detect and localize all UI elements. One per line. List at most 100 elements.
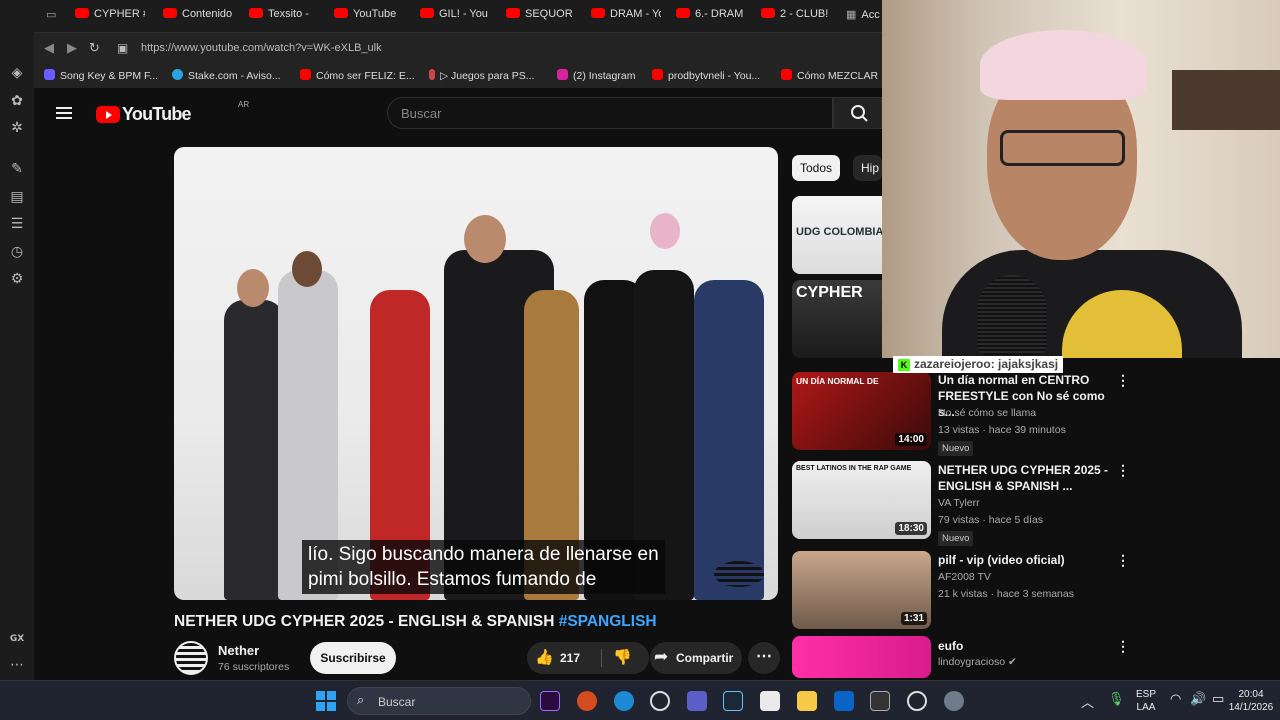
new-badge: Nuevo bbox=[938, 531, 974, 546]
subscribe-button[interactable]: Suscribirse bbox=[310, 642, 396, 674]
bookmark-instagram[interactable]: (2) Instagram bbox=[557, 69, 635, 82]
related-thumbnail[interactable]: BEST LATINOS IN THE RAP GAME 18:30 bbox=[792, 461, 931, 539]
youtube-favicon-icon bbox=[676, 8, 690, 18]
bookmark-juegos[interactable]: ▷ Juegos para PS... bbox=[429, 69, 534, 82]
related-thumbnail[interactable] bbox=[792, 636, 931, 678]
bookmark-mezclar[interactable]: Cómo MEZCLAR bbox=[781, 69, 878, 82]
telegram-icon bbox=[172, 69, 183, 80]
clock-icon[interactable]: ◷ bbox=[8, 243, 26, 261]
tab-club[interactable]: 2 - CLUB! bbox=[761, 8, 831, 24]
tab-sequor[interactable]: SEQUOR & bbox=[506, 8, 576, 24]
grid-icon: ▦ bbox=[846, 9, 857, 21]
chip-hip[interactable]: Hip bbox=[853, 155, 882, 181]
mods-icon[interactable]: ✲ bbox=[8, 119, 26, 137]
note-icon bbox=[44, 69, 55, 80]
wifi-icon[interactable]: ◠ bbox=[1170, 692, 1181, 707]
url-field[interactable]: https://www.youtube.com/watch?v=WK-eXLB_… bbox=[141, 42, 382, 54]
gx-control-icon[interactable]: ◈ bbox=[8, 64, 26, 82]
history-icon[interactable]: ☰ bbox=[8, 215, 26, 233]
related-title[interactable]: pilf - vip (video oficial) bbox=[938, 552, 1110, 568]
bookmark-prodbytvneli[interactable]: prodbytvneli - You... bbox=[652, 69, 760, 82]
taskbar-search[interactable]: ⌕ Buscar bbox=[347, 687, 531, 715]
kebab-menu-icon[interactable]: ⋮ bbox=[1116, 462, 1130, 479]
menu-icon[interactable] bbox=[56, 107, 72, 119]
extensions-icon[interactable]: ✎ bbox=[8, 160, 26, 178]
share-button[interactable]: ➦ Compartir bbox=[650, 642, 742, 674]
battery-icon[interactable]: ▭ bbox=[1212, 692, 1224, 707]
more-actions-button[interactable]: ⋯ bbox=[748, 642, 780, 674]
channel-avatar[interactable] bbox=[174, 641, 208, 675]
related-title[interactable]: eufo bbox=[938, 638, 1110, 654]
edge-icon[interactable] bbox=[614, 691, 634, 711]
search-button[interactable] bbox=[833, 97, 882, 129]
kebab-menu-icon[interactable]: ⋮ bbox=[1116, 638, 1130, 655]
forward-icon[interactable]: ▶ bbox=[67, 41, 77, 56]
tab-texsito[interactable]: Texsito - bbox=[249, 8, 319, 24]
microphone bbox=[977, 275, 1047, 355]
like-icon[interactable]: 👍 bbox=[535, 648, 554, 666]
chip-todos[interactable]: Todos bbox=[792, 155, 841, 181]
browser-sidebar: ◯ ◈ ✿ ✲ ✎ ▤ ☰ ◷ ⚙ GX ⋯ bbox=[0, 0, 34, 680]
tab-cypher[interactable]: CYPHER # bbox=[75, 8, 145, 24]
related-channel[interactable]: No sé cómo se llama bbox=[938, 407, 1036, 419]
chevron-up-icon[interactable]: ︿ bbox=[1081, 692, 1094, 711]
obs-icon[interactable] bbox=[907, 691, 927, 711]
youtube-header: YouTube AR Buscar bbox=[34, 88, 882, 140]
back-icon[interactable]: ◀ bbox=[44, 41, 54, 56]
related-title[interactable]: NETHER UDG CYPHER 2025 - ENGLISH & SPANI… bbox=[938, 462, 1110, 494]
notes-icon[interactable] bbox=[687, 691, 707, 711]
microphone-icon[interactable]: 🎙 bbox=[1108, 692, 1125, 707]
cleaner-icon[interactable]: ✿ bbox=[8, 92, 26, 110]
kebab-menu-icon[interactable]: ⋮ bbox=[1116, 372, 1130, 389]
video-figure bbox=[694, 280, 764, 600]
bookmark-song-key[interactable]: Song Key & BPM F... bbox=[44, 69, 158, 82]
kebab-menu-icon[interactable]: ⋮ bbox=[1116, 552, 1130, 569]
fl-studio-icon[interactable] bbox=[577, 691, 597, 711]
youtube-favicon-icon bbox=[300, 69, 311, 80]
video-player[interactable]: lío. Sigo buscando manera de llenarse en… bbox=[174, 147, 778, 600]
channel-watermark-icon[interactable] bbox=[714, 561, 764, 587]
file-explorer-icon[interactable] bbox=[797, 691, 817, 711]
video-figure bbox=[224, 300, 284, 600]
tab-manager-icon[interactable]: ▭ bbox=[46, 8, 60, 24]
bookmarks-icon[interactable]: ▤ bbox=[8, 188, 26, 206]
related-thumbnail[interactable]: UN DÍA NORMAL DE 14:00 bbox=[792, 372, 931, 450]
youtube-favicon-icon bbox=[420, 8, 434, 18]
related-thumbnail[interactable]: 1:31 bbox=[792, 551, 931, 629]
share-icon: ➦ bbox=[654, 647, 669, 667]
like-dislike-group: 👍 217 👎 bbox=[527, 642, 649, 674]
tab-6-dram[interactable]: 6.- DRAM bbox=[676, 8, 746, 24]
clock[interactable]: 20:04 14/1/2026 bbox=[1228, 688, 1274, 714]
tab-dram[interactable]: DRAM - Yo bbox=[591, 8, 661, 24]
volume-icon[interactable]: 🔊 bbox=[1190, 692, 1206, 707]
bookmark-feliz[interactable]: Cómo ser FELIZ: E... bbox=[300, 69, 415, 82]
tab-acc[interactable]: ▦ Acc bbox=[846, 8, 882, 24]
channel-name[interactable]: Nether bbox=[218, 643, 259, 658]
related-channel[interactable]: lindoygracioso ✔ bbox=[938, 656, 1017, 668]
reload-icon[interactable]: ↻ bbox=[89, 41, 100, 56]
more-icon[interactable]: ⋯ bbox=[8, 656, 26, 674]
premiere-icon[interactable] bbox=[540, 691, 560, 711]
hashtag-link[interactable]: #SPANGLISH bbox=[559, 613, 657, 630]
opera-gx-icon[interactable] bbox=[650, 691, 670, 711]
tab-contenido[interactable]: Contenido bbox=[163, 8, 235, 24]
outlook-icon[interactable] bbox=[834, 691, 854, 711]
dislike-icon[interactable]: 👎 bbox=[613, 648, 632, 666]
tab-youtube[interactable]: YouTube bbox=[334, 8, 406, 24]
related-channel[interactable]: AF2008 TV bbox=[938, 571, 991, 583]
bookmark-stake[interactable]: Stake.com - Aviso... bbox=[172, 69, 281, 82]
like-count[interactable]: 217 bbox=[560, 651, 580, 665]
call-of-duty-icon[interactable] bbox=[870, 691, 890, 711]
windows-start-icon[interactable] bbox=[316, 691, 336, 711]
youtube-logo[interactable]: YouTube AR bbox=[96, 100, 249, 125]
input-language[interactable]: ESP LAA bbox=[1134, 688, 1158, 714]
settings-icon[interactable]: ⚙ bbox=[8, 270, 26, 288]
store-icon[interactable] bbox=[760, 691, 780, 711]
related-meta: 21 k vistas · hace 3 semanas bbox=[938, 588, 1074, 600]
steam-icon[interactable] bbox=[723, 691, 743, 711]
related-channel[interactable]: VA Tylerr bbox=[938, 497, 980, 509]
search-input[interactable]: Buscar bbox=[387, 97, 833, 129]
tab-gil[interactable]: GIL! - You bbox=[420, 8, 490, 24]
youtube-favicon-icon bbox=[781, 69, 792, 80]
settings-app-icon[interactable] bbox=[944, 691, 964, 711]
